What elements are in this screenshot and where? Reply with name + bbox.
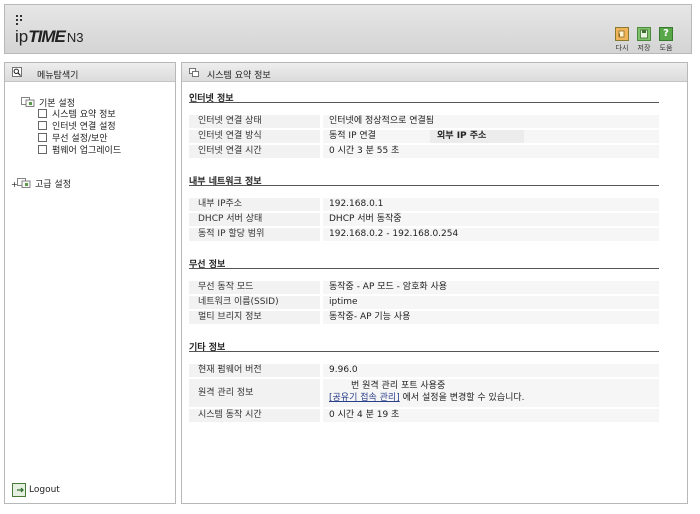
table-row: 인터넷 연결 방식 동적 IP 연결 외부 IP 주소 [189, 130, 659, 145]
table-row: 시스템 동작 시간 0 시간 4 분 19 초 [189, 409, 659, 424]
save-icon [637, 27, 651, 41]
menu-tree: 기본 설정 시스템 요약 정보 인터넷 연결 설정 무선 설정/보안 펌웨어 업… [21, 97, 121, 157]
logout-button[interactable]: Logout [12, 483, 60, 497]
basic-submenu: 시스템 요약 정보 인터넷 연결 설정 무선 설정/보안 펌웨어 업그레이드 [21, 109, 121, 157]
table-row: 멀티 브리지 정보 동작중- AP 기능 사용 [189, 311, 659, 326]
table-row: 인터넷 연결 상태 인터넷에 정상적으로 연결됨 [189, 115, 659, 130]
system-summary-panel: 시스템 요약 정보 인터넷 정보 인터넷 연결 상태 인터넷에 정상적으로 연결… [181, 62, 688, 504]
section-title: 기타 정보 [189, 340, 659, 353]
logo-dots-icon [16, 15, 24, 25]
table-row: 동적 IP 할당 범위 192.168.0.2 - 192.168.0.254 [189, 228, 659, 243]
wireless-icon [38, 133, 47, 142]
network-icon [38, 121, 47, 130]
menu-navigator-header: 메뉴탐색기 [5, 63, 175, 82]
table-row: 인터넷 연결 시간 0 시간 3 분 55 초 [189, 145, 659, 160]
reload-icon [615, 27, 629, 41]
table-row: 무선 동작 모드 동작중 - AP 모드 - 암호화 사용 [189, 281, 659, 296]
internet-info-section: 인터넷 정보 인터넷 연결 상태 인터넷에 정상적으로 연결됨 인터넷 연결 방… [189, 91, 659, 160]
page-title: 시스템 요약 정보 [207, 71, 271, 81]
chart-icon [38, 109, 47, 118]
sidebar-item-internet-settings[interactable]: 인터넷 연결 설정 [38, 121, 121, 133]
wireless-info-section: 무선 정보 무선 동작 모드 동작중 - AP 모드 - 암호화 사용 네트워크… [189, 257, 659, 326]
section-title: 인터넷 정보 [189, 91, 659, 104]
table-row: 네트워크 이름(SSID) iptime [189, 296, 659, 311]
save-button[interactable]: 저장 [635, 27, 653, 53]
external-ip-label: 외부 IP 주소 [430, 130, 524, 143]
help-button[interactable]: ? 도움 [657, 27, 675, 53]
tree-group-basic[interactable]: 기본 설정 [21, 97, 121, 109]
section-title: 무선 정보 [189, 257, 659, 270]
table-row: 현재 펌웨어 버전 9.96.0 [189, 364, 659, 379]
other-info-section: 기타 정보 현재 펌웨어 버전 9.96.0 원격 관리 정보 번 원격 관리 … [189, 340, 659, 424]
reload-button[interactable]: 다시 [613, 27, 631, 53]
windows-icon [189, 68, 199, 77]
sidebar-item-system-summary[interactable]: 시스템 요약 정보 [38, 109, 121, 121]
folder-icon [17, 178, 31, 188]
table-row: DHCP 서버 상태 DHCP 서버 동작중 [189, 213, 659, 228]
menu-navigator-panel: 메뉴탐색기 기본 설정 시스템 요약 정보 인터넷 연결 설정 무선 설정/보안… [4, 62, 176, 504]
folder-icon [21, 97, 35, 107]
header-bar: ipTIME N3 다시 저장 ? 도움 [4, 4, 692, 54]
sidebar-item-firmware-upgrade[interactable]: 펌웨어 업그레이드 [38, 145, 121, 157]
iptime-logo: ipTIME N3 [15, 27, 84, 46]
system-summary-header: 시스템 요약 정보 [182, 63, 687, 82]
router-access-management-link[interactable]: [공유기 접속 관리] [329, 393, 400, 403]
table-row: 원격 관리 정보 번 원격 관리 포트 사용중 [공유기 접속 관리] 에서 설… [189, 379, 659, 409]
sidebar-item-wireless-security[interactable]: 무선 설정/보안 [38, 133, 121, 145]
logout-icon [12, 483, 26, 497]
magnifier-icon [12, 67, 22, 77]
upgrade-icon [38, 145, 47, 154]
table-row: 내부 IP주소 192.168.0.1 [189, 198, 659, 213]
menu-navigator-title: 메뉴탐색기 [37, 71, 79, 81]
tree-group-advanced[interactable]: + 고급 설정 [11, 178, 71, 190]
section-title: 내부 네트워크 정보 [189, 174, 659, 187]
help-icon: ? [659, 27, 673, 41]
lan-info-section: 내부 네트워크 정보 내부 IP주소 192.168.0.1 DHCP 서버 상… [189, 174, 659, 243]
header-toolbar: 다시 저장 ? 도움 [613, 27, 675, 53]
